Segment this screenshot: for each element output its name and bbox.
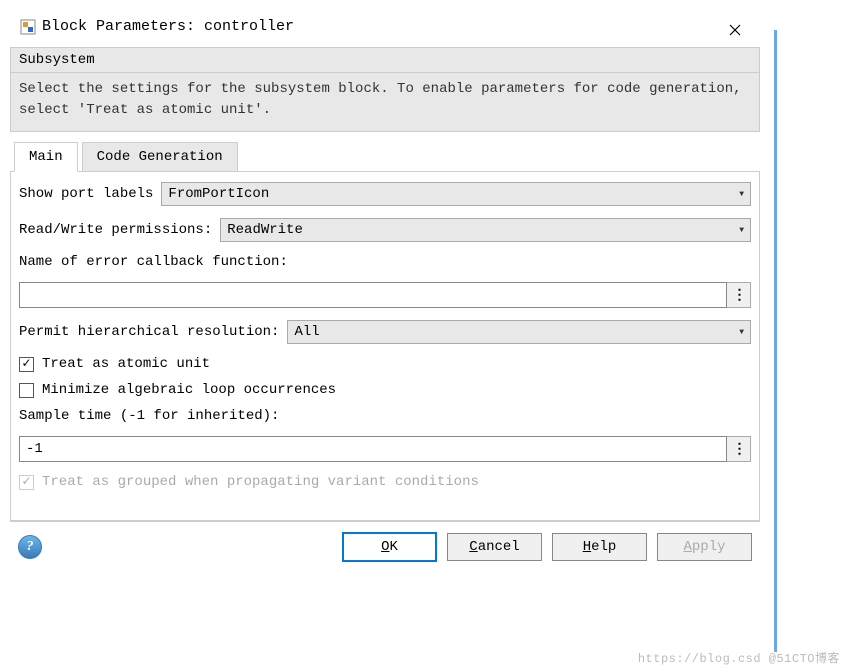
side-scrollbar bbox=[774, 30, 777, 652]
section-description: Select the settings for the subsystem bl… bbox=[10, 72, 760, 132]
tab-main[interactable]: Main bbox=[14, 142, 78, 172]
error-cb-more-button[interactable]: ⋮ bbox=[727, 282, 751, 308]
ok-label-tail: K bbox=[390, 539, 398, 555]
chevron-down-icon: ▼ bbox=[739, 190, 744, 199]
sample-time-more-button[interactable]: ⋮ bbox=[727, 436, 751, 462]
apply-label-tail: pply bbox=[692, 539, 726, 555]
ok-button[interactable]: OK bbox=[342, 532, 437, 562]
rw-perm-label: Read/Write permissions: bbox=[19, 222, 212, 238]
show-port-labels-dropdown[interactable]: FromPortIcon ▼ bbox=[161, 182, 751, 206]
dialog-window: Block Parameters: controller Subsystem S… bbox=[10, 10, 760, 572]
close-button[interactable] bbox=[720, 20, 750, 40]
hier-res-value: All bbox=[294, 324, 319, 340]
watermark: https://blog.csd @51CTO博客 bbox=[638, 649, 840, 666]
help-icon[interactable]: ? bbox=[18, 535, 42, 559]
show-port-labels-label: Show port labels bbox=[19, 186, 153, 202]
error-cb-input[interactable] bbox=[19, 282, 727, 308]
chevron-down-icon: ▼ bbox=[739, 226, 744, 235]
section-header: Subsystem bbox=[10, 47, 760, 72]
help-button[interactable]: Help bbox=[552, 533, 647, 561]
hier-res-dropdown[interactable]: All ▼ bbox=[287, 320, 751, 344]
minimize-loop-label: Minimize algebraic loop occurrences bbox=[42, 382, 336, 398]
window-title: Block Parameters: controller bbox=[42, 18, 294, 35]
help-label-tail: elp bbox=[591, 539, 616, 555]
apply-button: Apply bbox=[657, 533, 752, 561]
rw-perm-dropdown[interactable]: ReadWrite ▼ bbox=[220, 218, 751, 242]
treat-atomic-checkbox[interactable] bbox=[19, 357, 34, 372]
rw-perm-value: ReadWrite bbox=[227, 222, 303, 238]
tab-content-main: Show port labels FromPortIcon ▼ Read/Wri… bbox=[10, 172, 760, 521]
cancel-button[interactable]: Cancel bbox=[447, 533, 542, 561]
sample-time-input[interactable] bbox=[19, 436, 727, 462]
hier-res-label: Permit hierarchical resolution: bbox=[19, 324, 279, 340]
sample-time-label: Sample time (-1 for inherited): bbox=[19, 408, 279, 424]
minimize-loop-checkbox[interactable] bbox=[19, 383, 34, 398]
show-port-labels-value: FromPortIcon bbox=[168, 186, 269, 202]
chevron-down-icon: ▼ bbox=[739, 328, 744, 337]
error-cb-label: Name of error callback function: bbox=[19, 254, 288, 270]
titlebar: Block Parameters: controller bbox=[10, 10, 760, 43]
app-icon bbox=[20, 19, 36, 35]
treat-grouped-checkbox bbox=[19, 475, 34, 490]
tab-bar: Main Code Generation bbox=[10, 142, 760, 172]
button-bar: ? OK Cancel Help Apply bbox=[10, 521, 760, 572]
treat-atomic-label: Treat as atomic unit bbox=[42, 356, 210, 372]
cancel-label-tail: ancel bbox=[478, 539, 520, 555]
treat-grouped-label: Treat as grouped when propagating varian… bbox=[42, 474, 479, 490]
tab-code-generation[interactable]: Code Generation bbox=[82, 142, 238, 171]
